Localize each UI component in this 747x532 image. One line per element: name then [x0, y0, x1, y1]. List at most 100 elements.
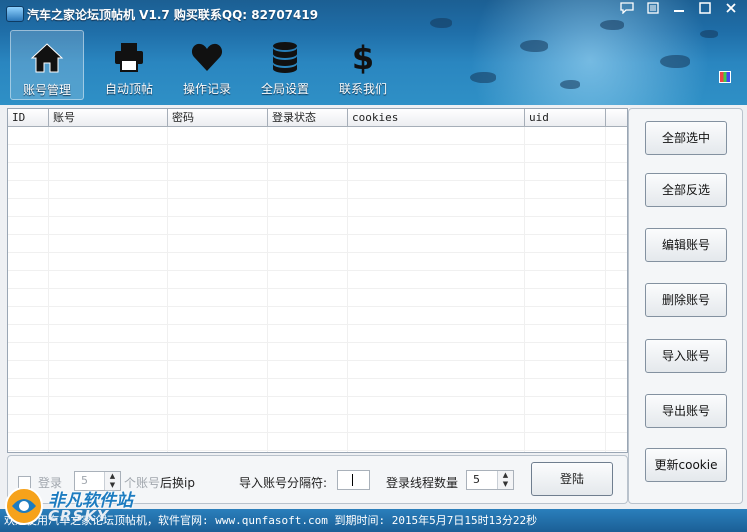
- close-icon[interactable]: [721, 2, 741, 18]
- table-row[interactable]: [8, 145, 627, 163]
- nav-item-contact-us[interactable]: $ 联系我们: [324, 30, 402, 98]
- table-cell: [8, 289, 49, 306]
- table-cell: [168, 199, 268, 216]
- table-cell: [268, 181, 348, 198]
- table-cell: [49, 451, 168, 452]
- column-header-account[interactable]: 账号: [49, 109, 168, 126]
- import-account-button[interactable]: 导入账号: [645, 339, 727, 373]
- nav-item-global-settings[interactable]: 全局设置: [246, 30, 324, 98]
- table-row[interactable]: [8, 127, 627, 145]
- column-header-password[interactable]: 密码: [168, 109, 268, 126]
- edit-account-button[interactable]: 编辑账号: [645, 228, 727, 262]
- export-account-button[interactable]: 导出账号: [645, 394, 727, 428]
- table-cell: [8, 451, 49, 452]
- select-all-button[interactable]: 全部选中: [645, 121, 727, 155]
- table-row[interactable]: [8, 325, 627, 343]
- table-cell: [49, 415, 168, 432]
- invert-select-button[interactable]: 全部反选: [645, 173, 727, 207]
- app-icon: [6, 6, 24, 22]
- table-cell: [8, 433, 49, 450]
- table-cell: [8, 325, 49, 342]
- table-cell: [268, 361, 348, 378]
- table-cell: [525, 145, 606, 162]
- separator-input[interactable]: [337, 470, 370, 490]
- nav-item-operation-log[interactable]: 操作记录: [168, 30, 246, 98]
- nav-item-label: 全局设置: [260, 82, 309, 96]
- table-cell: [168, 217, 268, 234]
- table-row[interactable]: [8, 415, 627, 433]
- table-row[interactable]: [8, 343, 627, 361]
- chat-icon[interactable]: [617, 2, 637, 18]
- table-row[interactable]: [8, 307, 627, 325]
- table-row[interactable]: [8, 217, 627, 235]
- table-cell: [8, 181, 49, 198]
- table-row[interactable]: [8, 199, 627, 217]
- table-cell: [348, 163, 525, 180]
- table-cell: [268, 343, 348, 360]
- table-row[interactable]: [8, 271, 627, 289]
- table-cell: [168, 163, 268, 180]
- table-cell: [348, 415, 525, 432]
- table-row[interactable]: [8, 253, 627, 271]
- table-row[interactable]: [8, 235, 627, 253]
- threads-stepper[interactable]: 5 ▲ ▼: [466, 470, 514, 490]
- skin-icon[interactable]: [719, 71, 731, 83]
- table-row[interactable]: [8, 163, 627, 181]
- table-cell: [268, 325, 348, 342]
- table-row[interactable]: [8, 451, 627, 452]
- table-cell: [525, 433, 606, 450]
- table-cell: [168, 325, 268, 342]
- table-cell: [525, 127, 606, 144]
- table-cell: [168, 343, 268, 360]
- column-header-id[interactable]: ID: [8, 109, 49, 126]
- menu-icon[interactable]: [643, 2, 663, 18]
- spin-arrows-icon[interactable]: ▲ ▼: [497, 471, 513, 489]
- database-icon: [273, 42, 297, 73]
- table-cell: [525, 199, 606, 216]
- table-cell: [49, 199, 168, 216]
- table-cell: [268, 163, 348, 180]
- column-header-login-status[interactable]: 登录状态: [268, 109, 348, 126]
- account-table[interactable]: ID 账号 密码 登录状态 cookies uid: [7, 108, 628, 453]
- table-cell: [8, 163, 49, 180]
- nav-item-account-manage[interactable]: 账号管理: [10, 30, 84, 100]
- table-cell: [525, 451, 606, 452]
- printer-icon: [115, 43, 143, 72]
- column-header-uid[interactable]: uid: [525, 109, 606, 126]
- table-cell: [348, 289, 525, 306]
- minimize-icon[interactable]: [669, 2, 689, 18]
- delete-account-button[interactable]: 删除账号: [645, 283, 727, 317]
- table-cell: [525, 235, 606, 252]
- nav-item-label: 联系我们: [338, 82, 387, 96]
- table-row[interactable]: [8, 397, 627, 415]
- table-cell: [168, 397, 268, 414]
- title-bar[interactable]: 汽车之家论坛顶帖机 V1.7 购买联系QQ: 82707419: [0, 0, 747, 26]
- table-cell: [525, 343, 606, 360]
- table-cell: [8, 361, 49, 378]
- login-button[interactable]: 登陆: [531, 462, 613, 496]
- table-cell: [268, 289, 348, 306]
- table-cell: [525, 361, 606, 378]
- table-cell: [348, 199, 525, 216]
- maximize-icon[interactable]: [695, 2, 715, 18]
- watermark-text-en: CRSKY: [48, 507, 109, 525]
- table-cell: [268, 199, 348, 216]
- table-cell: [8, 145, 49, 162]
- table-cell: [348, 325, 525, 342]
- table-row[interactable]: [8, 361, 627, 379]
- table-cell: [8, 127, 49, 144]
- table-cell: [8, 397, 49, 414]
- nav-item-auto-bump[interactable]: 自动顶帖: [90, 30, 168, 98]
- update-cookie-button[interactable]: 更新cookie: [645, 448, 727, 482]
- table-row[interactable]: [8, 289, 627, 307]
- table-cell: [268, 127, 348, 144]
- column-header-cookies[interactable]: cookies: [348, 109, 525, 126]
- table-row[interactable]: [8, 379, 627, 397]
- table-cell: [49, 217, 168, 234]
- table-cell: [348, 235, 525, 252]
- table-cell: [8, 217, 49, 234]
- window-title: 汽车之家论坛顶帖机 V1.7 购买联系QQ: 82707419: [27, 8, 319, 22]
- table-row[interactable]: [8, 433, 627, 451]
- window-controls: [617, 2, 741, 18]
- table-row[interactable]: [8, 181, 627, 199]
